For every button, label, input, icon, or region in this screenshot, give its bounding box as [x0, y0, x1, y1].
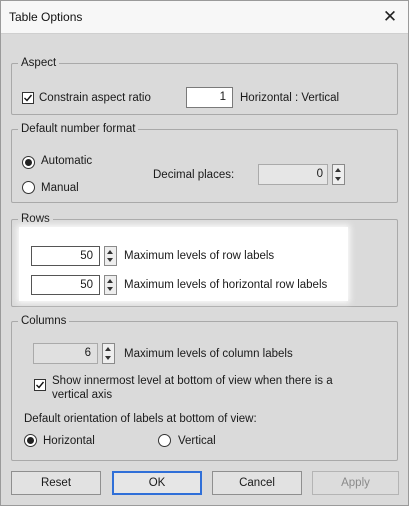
decimal-places-label: Decimal places: [153, 169, 235, 181]
innermost-level-checkbox[interactable] [34, 379, 46, 391]
dialog-title: Table Options [9, 10, 83, 24]
decimal-places-input[interactable]: 0 [258, 164, 328, 185]
vertical-orientation-label: Vertical [178, 435, 216, 447]
column-levels-label: Maximum levels of column labels [124, 348, 293, 360]
innermost-level-label-line2: vertical axis [52, 389, 113, 401]
manual-label: Manual [41, 182, 79, 194]
aspect-ratio-suffix: Horizontal : Vertical [240, 92, 340, 104]
horizontal-row-levels-spinner[interactable] [104, 275, 117, 295]
cancel-button[interactable]: Cancel [212, 471, 302, 495]
column-levels-spinner[interactable] [102, 343, 115, 364]
orientation-label: Default orientation of labels at bottom … [24, 413, 257, 425]
rows-legend: Rows [21, 213, 50, 225]
checkmark-icon [24, 94, 33, 102]
vertical-orientation-radio[interactable] [158, 434, 171, 447]
columns-legend: Columns [21, 315, 67, 327]
constrain-aspect-checkbox[interactable] [22, 92, 34, 104]
decimal-places-spinner[interactable] [332, 164, 345, 185]
close-icon[interactable]: ✕ [378, 5, 402, 29]
horizontal-orientation-label: Horizontal [43, 435, 95, 447]
column-levels-input[interactable]: 6 [33, 343, 98, 364]
automatic-label: Automatic [41, 155, 93, 167]
horizontal-row-levels-input[interactable]: 50 [31, 275, 100, 295]
reset-button[interactable]: Reset [11, 471, 101, 495]
row-levels-spinner[interactable] [104, 246, 117, 266]
ok-button[interactable]: OK [112, 471, 202, 495]
horizontal-orientation-radio[interactable] [24, 434, 37, 447]
automatic-radio[interactable] [22, 156, 35, 169]
aspect-legend: Aspect [21, 57, 57, 69]
innermost-level-label-line1: Show innermost level at bottom of view w… [52, 375, 333, 387]
row-levels-input[interactable]: 50 [31, 246, 100, 266]
horizontal-row-levels-label: Maximum levels of horizontal row labels [124, 279, 328, 291]
constrain-aspect-label: Constrain aspect ratio [39, 92, 151, 104]
table-options-dialog: Table Options ✕ Aspect Constrain aspect … [0, 0, 409, 506]
row-levels-label: Maximum levels of row labels [124, 250, 275, 262]
checkmark-icon [36, 381, 45, 389]
title-bar: Table Options ✕ [1, 1, 408, 34]
manual-radio[interactable] [22, 181, 35, 194]
number-format-legend: Default number format [21, 123, 136, 135]
apply-button[interactable]: Apply [312, 471, 399, 495]
aspect-ratio-input[interactable]: 1 [186, 87, 233, 108]
